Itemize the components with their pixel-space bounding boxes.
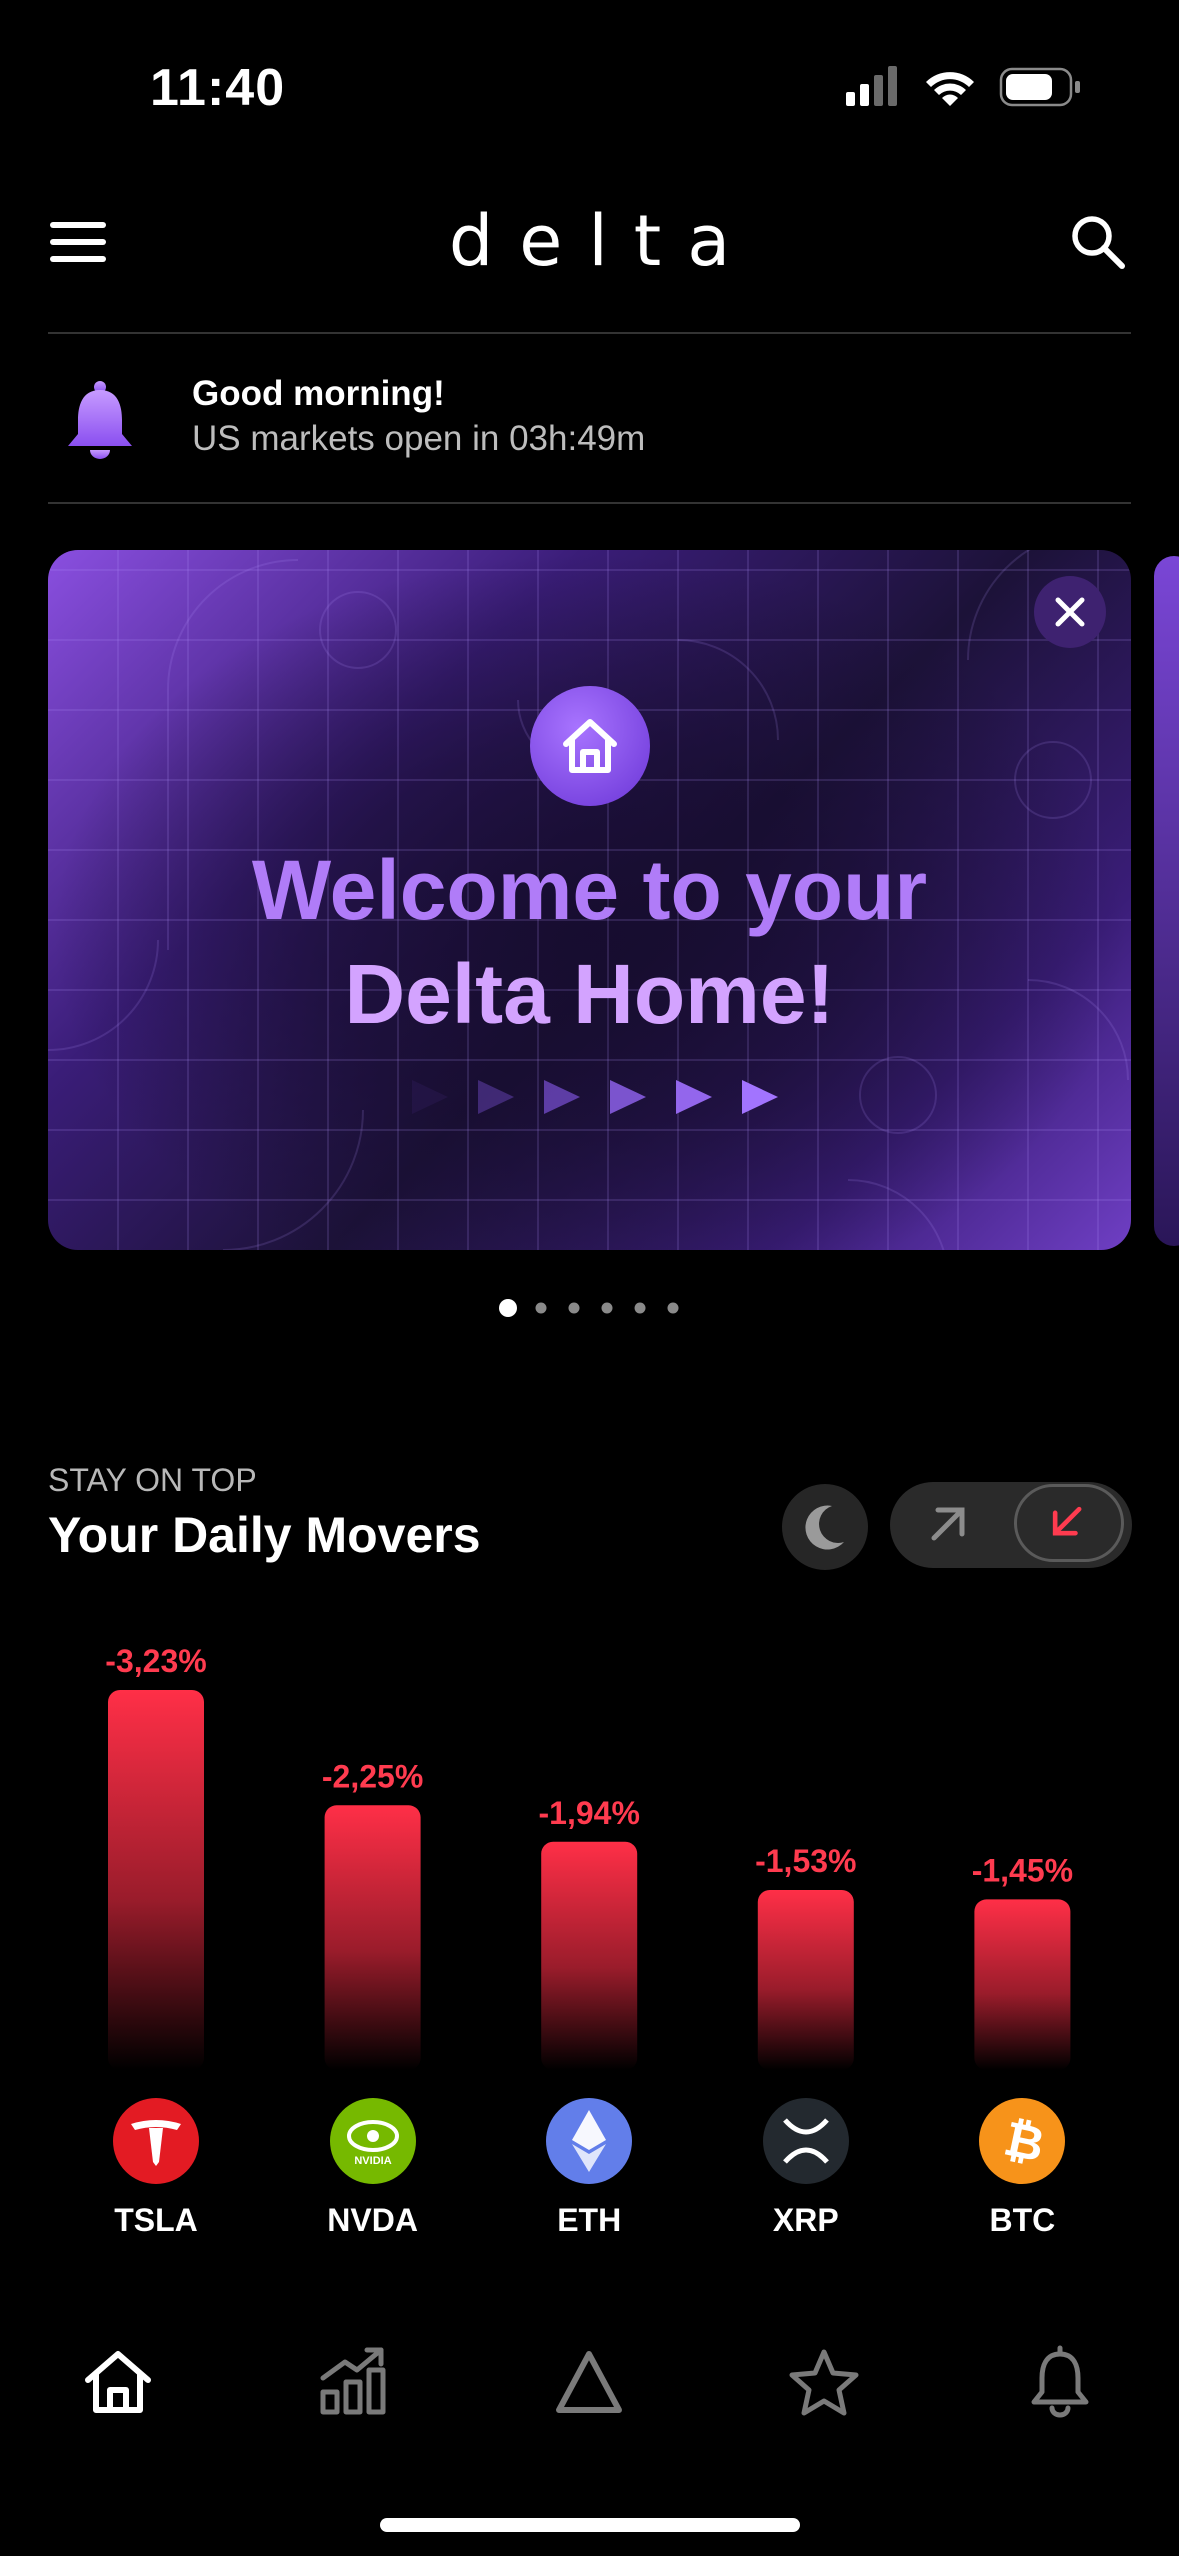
mover-bar-tsla[interactable]: [108, 1690, 204, 2070]
close-icon: [1055, 597, 1085, 627]
market-open-countdown: US markets open in 03h:49m: [192, 419, 646, 458]
tab-home[interactable]: [78, 2342, 158, 2422]
dark-mode-button[interactable]: [782, 1484, 868, 1570]
mover-bar-nvda[interactable]: [324, 1805, 421, 2070]
moon-icon: [805, 1505, 844, 1550]
mover-change-label: -2,25%: [322, 1758, 423, 1794]
star-icon: [789, 2349, 859, 2416]
tab-delta[interactable]: [549, 2342, 629, 2422]
mover-ticker: TSLA: [114, 2202, 198, 2238]
xrp-logo-icon: [762, 2098, 849, 2184]
mover-ticker: ETH: [557, 2202, 622, 2238]
mover-logo-tsla[interactable]: [113, 2098, 199, 2189]
btc-logo-icon: ₿: [979, 2098, 1066, 2184]
home-icon: [85, 2351, 151, 2413]
carousel-dot[interactable]: [535, 1302, 547, 1314]
bell-icon: [68, 381, 132, 459]
status-icons: [846, 66, 1080, 107]
arrow-down-left-icon: [1052, 1506, 1082, 1536]
gainers-toggle-button[interactable]: [890, 1482, 1008, 1568]
mover-logo-xrp[interactable]: [762, 2098, 849, 2189]
banner-headline-line2: Delta Home!: [344, 947, 835, 1041]
arrow-up-right-icon: [931, 1507, 965, 1541]
tab-markets[interactable]: [313, 2342, 393, 2422]
carousel-dot[interactable]: [667, 1302, 679, 1314]
eth-logo-icon: [546, 2098, 633, 2184]
daily-movers-chart: -3,23% -2,25% -1,94% -1,53% -1,45%: [105, 1643, 1073, 2070]
greeting-title: Good morning!: [192, 374, 445, 413]
mover-ticker: XRP: [772, 2202, 839, 2238]
app-logo: delta: [448, 200, 757, 282]
carousel-page-indicator[interactable]: [496, 1298, 686, 1318]
losers-toggle-button[interactable]: [1014, 1484, 1124, 1562]
mover-ticker: NVDA: [327, 2202, 418, 2238]
tab-watchlist[interactable]: [784, 2342, 864, 2422]
mover-change-label: -1,53%: [755, 1843, 856, 1879]
mover-bar-btc[interactable]: [974, 1899, 1071, 2070]
mover-logo-btc[interactable]: ₿: [979, 2098, 1066, 2189]
banner-close-button[interactable]: [1034, 576, 1106, 648]
status-time: 11:40: [150, 59, 286, 117]
search-icon: [1072, 216, 1125, 269]
home-indicator[interactable]: [380, 2518, 800, 2532]
mover-change-label: -1,94%: [539, 1795, 640, 1831]
search-button[interactable]: [1068, 212, 1128, 272]
mover-ticker: BTC: [989, 2202, 1056, 2238]
header-divider: [48, 332, 1131, 334]
signal-icon: [846, 66, 897, 106]
bell-icon: [1031, 2345, 1089, 2418]
mover-logo-eth[interactable]: [546, 2098, 633, 2189]
carousel-dot[interactable]: [601, 1302, 613, 1314]
movers-direction-toggle: [890, 1482, 1132, 1568]
play-arrows-decoration: [412, 1080, 778, 1114]
banner-headline-line1: Welcome to your: [251, 843, 928, 937]
section-kicker: STAY ON TOP: [48, 1462, 257, 1498]
carousel-dot[interactable]: [568, 1302, 580, 1314]
nvda-logo-icon: NVIDIA: [329, 2098, 416, 2184]
greeting-divider: [48, 502, 1131, 504]
carousel-dot[interactable]: [499, 1299, 517, 1317]
mover-bar-eth[interactable]: [541, 1841, 638, 2070]
carousel-dot[interactable]: [634, 1302, 646, 1314]
tsla-logo-icon: [113, 2098, 199, 2184]
mover-logo-nvda[interactable]: NVIDIA: [329, 2098, 416, 2189]
wifi-icon: [926, 72, 974, 106]
chart-icon: [320, 2347, 386, 2415]
tab-notifications[interactable]: [1020, 2342, 1100, 2422]
svg-text:NVIDIA: NVIDIA: [354, 2155, 391, 2167]
delta-icon: [556, 2351, 622, 2413]
section-title: Your Daily Movers: [48, 1507, 481, 1563]
home-icon: [530, 686, 650, 806]
mover-change-label: -3,23%: [105, 1643, 206, 1679]
mover-bar-xrp[interactable]: [757, 1890, 854, 2070]
mover-change-label: -1,45%: [972, 1852, 1073, 1888]
battery-icon: [999, 67, 1080, 107]
